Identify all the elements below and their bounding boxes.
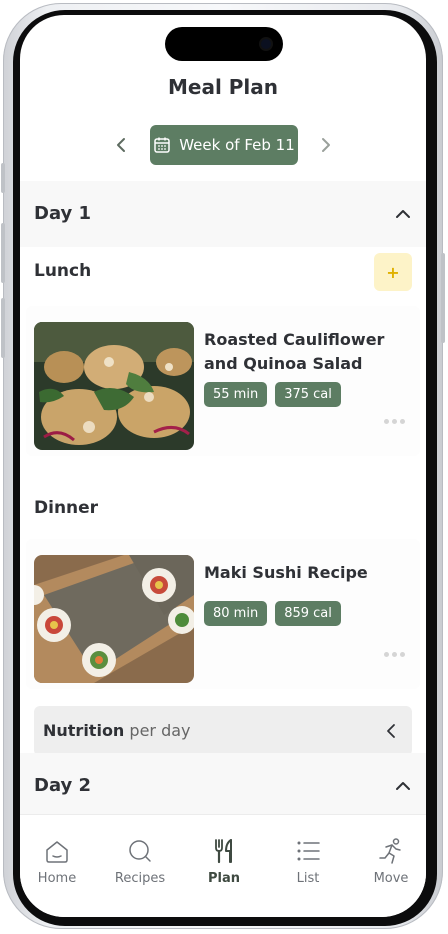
tab-list[interactable]: List xyxy=(273,837,343,886)
dynamic-island xyxy=(165,27,283,61)
home-icon xyxy=(46,841,68,863)
tab-plan[interactable]: Plan xyxy=(189,837,259,886)
recipe-card[interactable]: Roasted Cauliflower and Quinoa Salad 55 … xyxy=(26,306,420,456)
tab-recipes[interactable]: Recipes xyxy=(105,837,175,886)
camera-icon xyxy=(261,39,271,49)
tab-label: Plan xyxy=(207,871,240,886)
calories-badge: 859 cal xyxy=(275,601,341,626)
search-icon xyxy=(129,840,151,862)
recipe-card[interactable]: Maki Sushi Recipe 80 min 859 cal xyxy=(26,539,420,689)
calendar-icon xyxy=(154,137,170,153)
tab-move[interactable]: Move xyxy=(356,837,426,886)
utensils-icon xyxy=(215,839,232,864)
plan-content: Day 1 Lunch + Roasted Cauliflower and Qu… xyxy=(20,175,426,819)
calories-badge: 375 cal xyxy=(275,382,341,407)
chevron-up-icon xyxy=(396,210,410,218)
tab-label: Recipes xyxy=(114,871,166,886)
next-week-button[interactable] xyxy=(315,135,335,155)
volume-up-button xyxy=(1,223,5,283)
previous-week-button[interactable] xyxy=(112,135,132,155)
running-icon xyxy=(379,838,401,864)
time-badge: 80 min xyxy=(204,601,268,626)
recipe-image xyxy=(34,322,194,450)
page-title: Meal Plan xyxy=(167,75,279,99)
screen: Meal Plan Week of Feb 11 Day 1 Lunch + R… xyxy=(20,15,426,917)
day-header[interactable]: Day 2 xyxy=(20,753,426,819)
more-options-icon[interactable] xyxy=(384,652,406,658)
recipe-name: Maki Sushi Recipe xyxy=(204,563,368,582)
time-badge: 55 min xyxy=(204,382,268,407)
meal-title-lunch: Lunch xyxy=(34,261,92,281)
chevron-right-icon xyxy=(322,138,330,152)
recipe-image xyxy=(34,555,194,683)
tab-label: Home xyxy=(37,871,77,886)
nutrition-panel[interactable]: Nutrition per day xyxy=(34,706,412,756)
recipe-name: Roasted Cauliflower and Quinoa Salad xyxy=(204,330,385,373)
chevron-left-icon xyxy=(117,138,125,152)
chevron-left-icon xyxy=(387,724,395,738)
day-header[interactable]: Day 1 xyxy=(20,181,426,247)
week-navigator: Week of Feb 11 xyxy=(20,125,426,165)
week-selector[interactable]: Week of Feb 11 xyxy=(150,125,298,165)
nutrition-subtitle: per day xyxy=(129,721,191,740)
tab-bar: Home Recipes Plan List Move xyxy=(20,814,426,917)
list-icon xyxy=(297,841,320,861)
cauliflower-salad-image xyxy=(34,322,194,450)
more-options-icon[interactable] xyxy=(384,419,406,425)
power-button xyxy=(441,253,445,343)
mute-switch xyxy=(1,163,5,193)
day-title: Day 2 xyxy=(34,775,92,796)
recipe-meta: 55 min 375 cal xyxy=(204,382,341,407)
sushi-image xyxy=(34,555,194,683)
week-label: Week of Feb 11 xyxy=(179,136,295,154)
recipe-meta: 80 min 859 cal xyxy=(204,601,341,626)
nutrition-label: Nutrition per day xyxy=(43,721,191,740)
chevron-up-icon xyxy=(396,782,410,790)
tab-home[interactable]: Home xyxy=(22,837,92,886)
tab-label: List xyxy=(296,871,320,886)
day-title: Day 1 xyxy=(34,203,92,224)
volume-down-button xyxy=(1,298,5,358)
tab-label: Move xyxy=(373,871,409,886)
add-meal-button[interactable]: + xyxy=(374,253,412,291)
meal-title-dinner: Dinner xyxy=(34,498,99,518)
nutrition-title: Nutrition xyxy=(43,721,125,740)
